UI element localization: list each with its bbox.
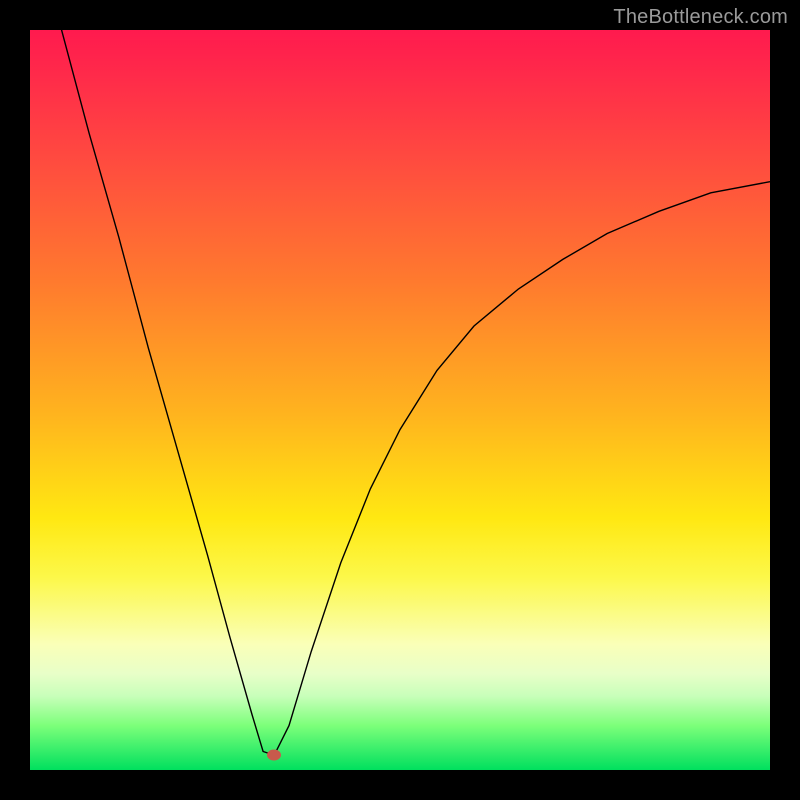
bottleneck-curve xyxy=(30,30,770,770)
chart-frame: TheBottleneck.com xyxy=(0,0,800,800)
plot-area xyxy=(30,30,770,770)
watermark-text: TheBottleneck.com xyxy=(613,6,788,29)
curve-path xyxy=(60,30,770,755)
optimum-marker xyxy=(267,750,281,761)
